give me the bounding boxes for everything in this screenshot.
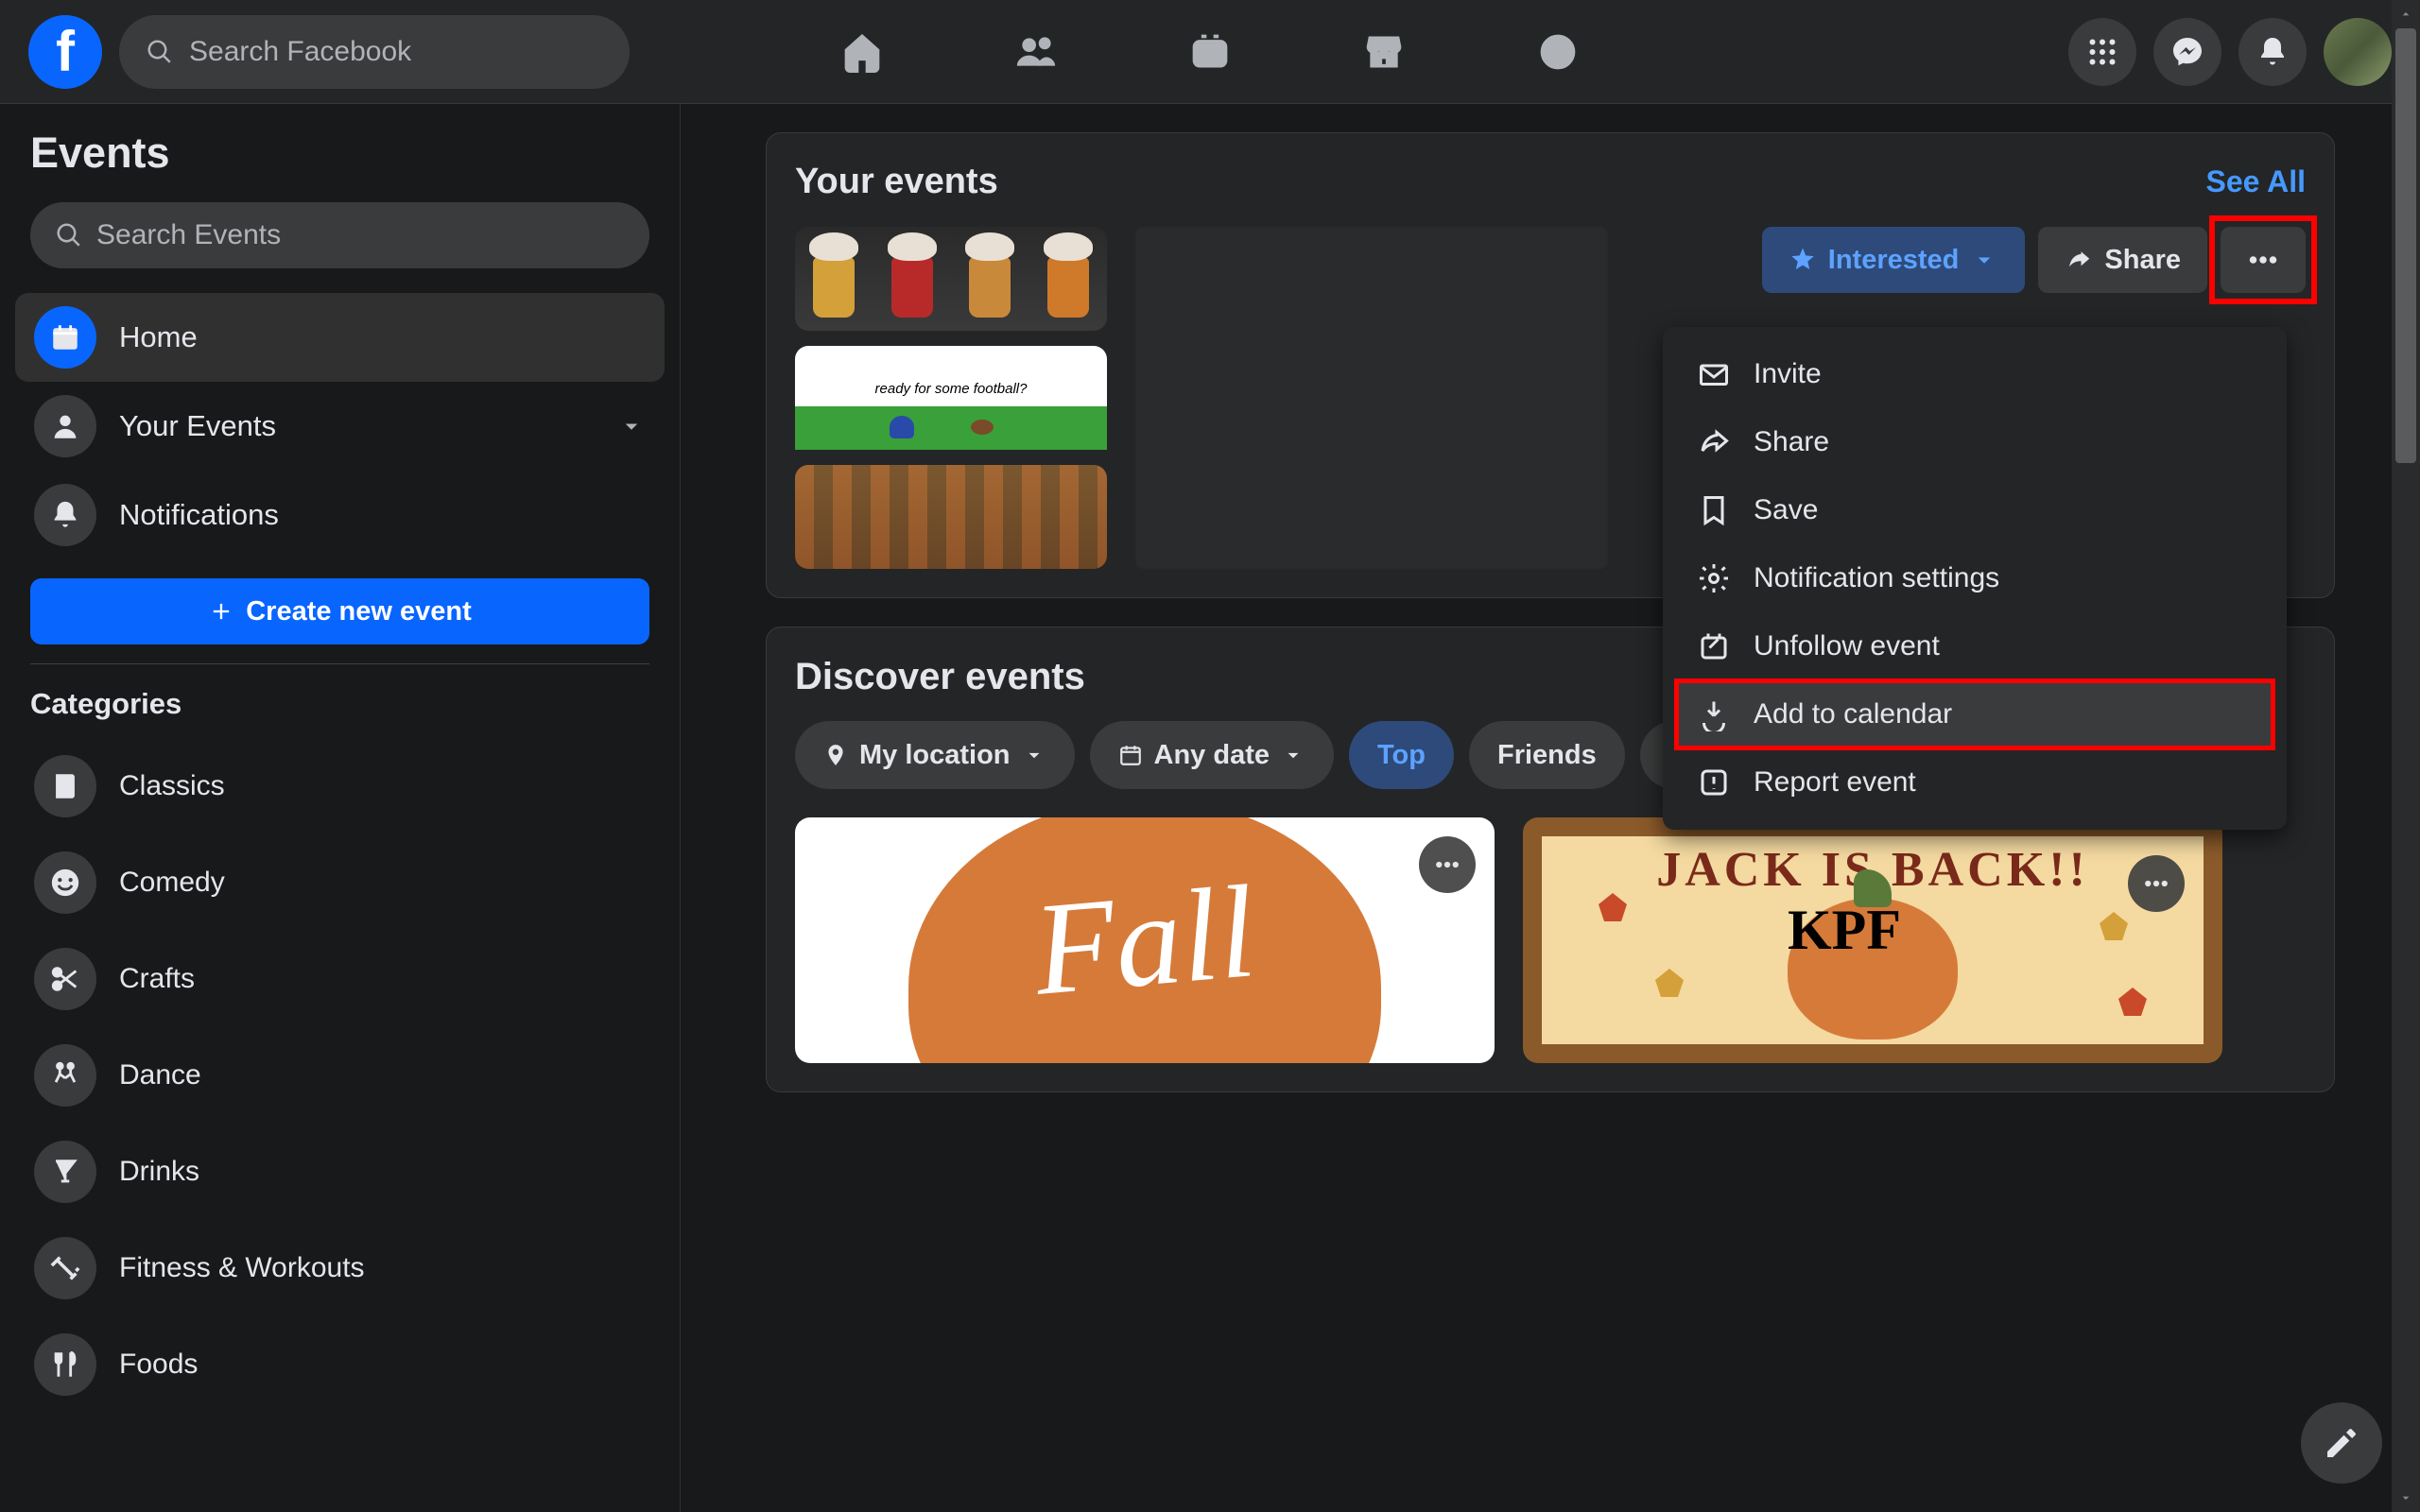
gear-icon [1697,561,1731,595]
event-thumbnail[interactable] [795,465,1107,569]
marketplace-icon[interactable] [1363,31,1405,73]
event-thumbnail[interactable]: ready for some football? [795,346,1107,450]
pin-icon [823,743,848,767]
dropdown-unfollow[interactable]: Unfollow event [1676,612,2273,680]
event-thumbnail[interactable] [795,227,1107,331]
search-icon [146,38,174,66]
discover-event-card[interactable]: Fall [795,817,1495,1063]
scrollbar[interactable] [2392,0,2420,1512]
bell-icon [34,484,96,546]
see-all-link[interactable]: See All [2205,164,2306,199]
create-label: Create new event [246,596,472,627]
book-icon [34,755,96,817]
dance-icon [34,1044,96,1107]
center-nav [841,31,1579,73]
category-fitness[interactable]: Fitness & Workouts [15,1220,665,1316]
home-icon[interactable] [841,31,883,73]
star-icon [1789,246,1817,274]
dots-icon [2142,869,2170,898]
chevron-down-icon [1281,743,1305,767]
sidebar-item-notifications[interactable]: Notifications [15,471,665,559]
dropdown-add-to-calendar[interactable]: Add to calendar [1676,680,2273,748]
main-content: Your events See All ready for some footb… [681,104,2420,1512]
calendar-home-icon [34,306,96,369]
compose-button[interactable] [2301,1402,2382,1484]
event-options-dropdown: Invite Share Save Notification settings … [1663,327,2287,830]
sidebar-item-home[interactable]: Home [15,293,665,382]
unfollow-icon [1697,629,1731,663]
your-events-title: Your events [795,162,998,202]
envelope-icon [1697,357,1731,391]
share-button[interactable]: Share [2038,227,2207,293]
bookmark-icon [1697,493,1731,527]
smile-icon [34,851,96,914]
notifications-button[interactable] [2238,18,2307,86]
dots-icon [1433,850,1461,879]
search-events-input[interactable]: Search Events [30,202,649,268]
groups-icon[interactable] [1537,31,1579,73]
filter-date[interactable]: Any date [1090,721,1334,789]
dropdown-share[interactable]: Share [1676,408,2273,476]
chevron-down-icon [1022,743,1046,767]
scrollbar-thumb[interactable] [2395,28,2416,463]
filter-friends[interactable]: Friends [1469,721,1625,789]
scroll-down-arrow[interactable] [2392,1484,2420,1512]
card-more-button[interactable] [2128,855,2185,912]
sidebar-item-your-events[interactable]: Your Events [15,382,665,471]
friends-icon[interactable] [1015,31,1057,73]
dots-icon [2246,243,2280,277]
calendar-icon [1118,743,1143,767]
search-events-placeholder: Search Events [96,219,281,251]
category-dance[interactable]: Dance [15,1027,665,1124]
download-icon [1697,697,1731,731]
utensils-icon [34,1333,96,1396]
dropdown-notification-settings[interactable]: Notification settings [1676,544,2273,612]
share-arrow-icon [1697,425,1731,459]
scissors-icon [34,948,96,1010]
menu-button[interactable] [2068,18,2136,86]
report-icon [1697,765,1731,799]
top-nav: f Search Facebook [0,0,2420,104]
category-classics[interactable]: Classics [15,738,665,834]
filter-location[interactable]: My location [795,721,1075,789]
event-details-redacted [1135,227,1608,569]
account-avatar[interactable] [2324,18,2392,86]
categories-title: Categories [15,687,665,721]
dumbbell-icon [34,1237,96,1299]
video-icon[interactable] [1189,31,1231,73]
page-title: Events [15,129,665,178]
category-foods[interactable]: Foods [15,1316,665,1413]
dropdown-invite[interactable]: Invite [1676,340,2273,408]
user-icon [34,395,96,457]
search-icon [55,221,83,249]
category-crafts[interactable]: Crafts [15,931,665,1027]
category-drinks[interactable]: Drinks [15,1124,665,1220]
sidebar: Events Search Events Home Your Events No… [0,104,681,1512]
card-more-button[interactable] [1419,836,1476,893]
dropdown-report[interactable]: Report event [1676,748,2273,816]
interested-button[interactable]: Interested [1762,227,2026,293]
search-facebook-input[interactable]: Search Facebook [119,15,630,89]
filter-top[interactable]: Top [1349,721,1454,789]
nav-label: Notifications [119,498,279,532]
share-icon [2065,246,2093,274]
facebook-logo[interactable]: f [28,15,102,89]
edit-icon [2323,1424,2360,1462]
chevron-down-icon [617,412,646,440]
divider [30,663,649,664]
search-placeholder: Search Facebook [189,36,411,68]
chevron-down-icon [1970,246,1998,274]
category-comedy[interactable]: Comedy [15,834,665,931]
more-options-button[interactable] [2221,227,2306,293]
your-events-card: Your events See All ready for some footb… [766,132,2335,598]
scroll-up-arrow[interactable] [2392,0,2420,28]
create-event-button[interactable]: Create new event [30,578,649,644]
nav-label: Your Events [119,409,276,443]
plus-icon [208,598,234,625]
cocktail-icon [34,1141,96,1203]
messenger-button[interactable] [2153,18,2221,86]
dropdown-save[interactable]: Save [1676,476,2273,544]
discover-event-card[interactable]: JACK IS BACK!! KPF [1523,817,2222,1063]
nav-label: Home [119,320,198,354]
